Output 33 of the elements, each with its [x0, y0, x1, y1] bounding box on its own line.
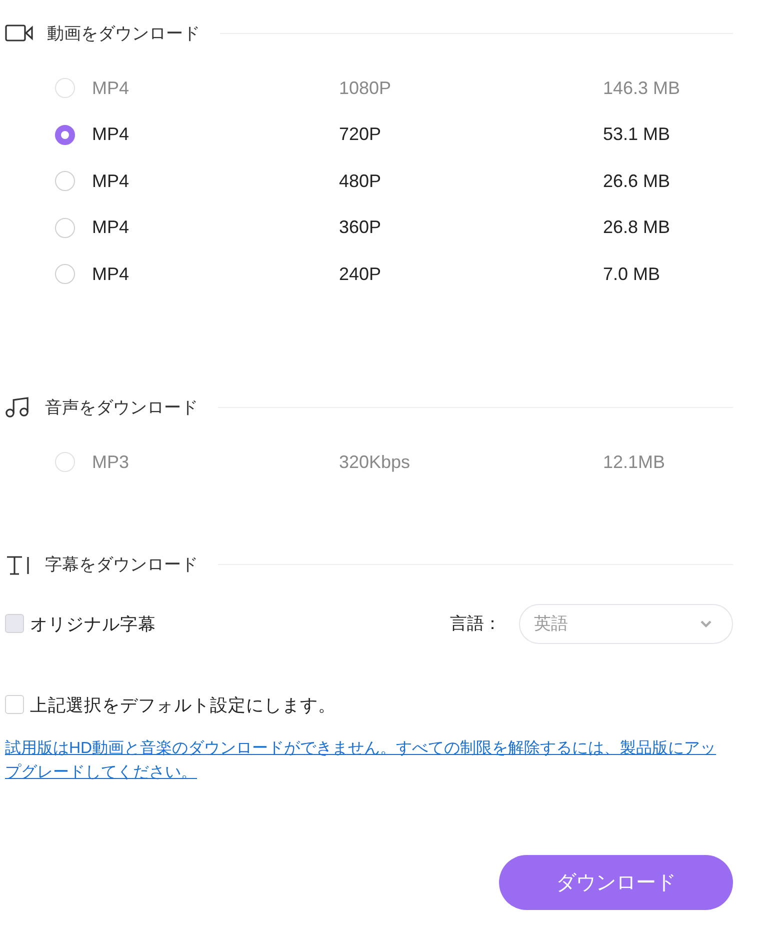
quality-label: 1080P [339, 78, 392, 99]
language-label: 言語： [450, 613, 501, 635]
chevron-down-icon [700, 620, 712, 628]
quality-label: 240P [339, 264, 382, 285]
format-label: MP4 [92, 170, 130, 192]
section-title: 字幕をダウンロード [45, 554, 198, 576]
radio-button[interactable] [55, 124, 75, 145]
video-camera-icon [5, 24, 35, 42]
format-label: MP4 [92, 217, 130, 238]
checkbox-label: 上記選択をデフォルト設定にします。 [30, 694, 336, 716]
size-label: 7.0 MB [603, 264, 660, 285]
download-button[interactable]: ダウンロード [499, 854, 733, 910]
radio-button[interactable] [55, 218, 75, 238]
quality-label: 320Kbps [339, 452, 412, 473]
format-label: MP3 [92, 452, 130, 473]
section-title: 音声をダウンロード [45, 396, 198, 418]
checkbox[interactable] [5, 695, 24, 714]
size-label: 53.1 MB [603, 124, 670, 146]
format-label: MP4 [92, 78, 130, 99]
size-label: 26.6 MB [603, 170, 670, 192]
checkbox-label: オリジナル字幕 [30, 612, 156, 636]
format-label: MP4 [92, 264, 130, 285]
quality-label: 360P [339, 217, 382, 238]
size-label: 26.8 MB [603, 217, 670, 238]
quality-label: 480P [339, 170, 382, 192]
size-label: 12.1MB [603, 452, 666, 473]
quality-label: 720P [339, 124, 382, 146]
size-label: 146.3 MB [603, 78, 680, 99]
radio-button[interactable] [55, 171, 75, 192]
radio-button[interactable] [55, 264, 75, 284]
upgrade-link[interactable]: 試用版はHD動画と音楽のダウンロードができません。すべての制限を解除するには、製品版にアップグレードしてください。 [5, 736, 727, 784]
format-label: MP4 [92, 124, 130, 146]
section-title: 動画をダウンロード [47, 22, 200, 44]
